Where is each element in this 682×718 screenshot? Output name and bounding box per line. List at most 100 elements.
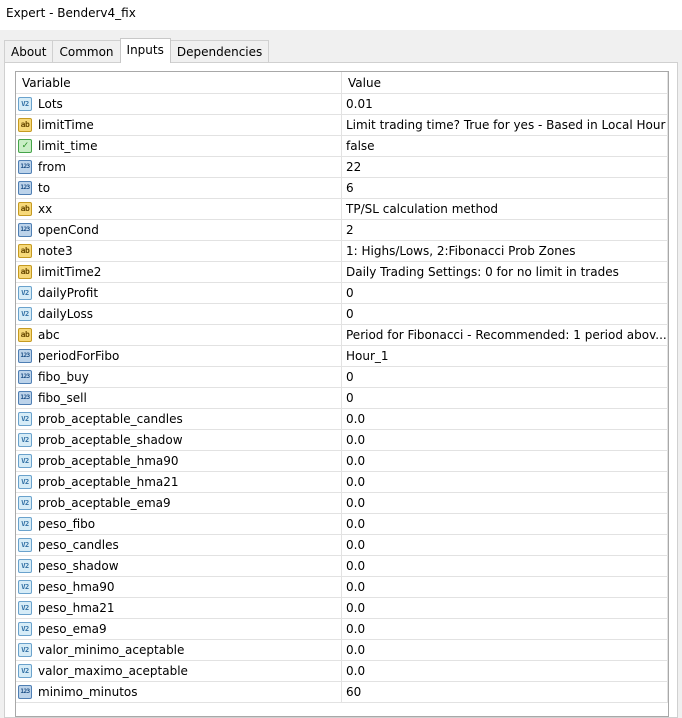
table-row[interactable]: 123 openCond 2 — [16, 220, 668, 241]
variable-cell: 123 openCond — [16, 220, 342, 241]
table-row[interactable]: 123 from 22 — [16, 157, 668, 178]
variable-name: prob_aceptable_hma21 — [38, 475, 179, 489]
variable-cell: V2 peso_ema9 — [16, 619, 342, 640]
table-row[interactable]: V2 prob_aceptable_candles 0.0 — [16, 409, 668, 430]
value-cell[interactable]: 0.0 — [342, 409, 668, 430]
table-row[interactable]: 123 periodForFibo Hour_1 — [16, 346, 668, 367]
variable-name: from — [38, 160, 66, 174]
table-row[interactable]: V2 peso_hma21 0.0 — [16, 598, 668, 619]
table-row[interactable]: ab abc Period for Fibonacci - Recommended:… — [16, 325, 668, 346]
table-row[interactable]: V2 peso_hma90 0.0 — [16, 577, 668, 598]
variable-cell: V2 peso_hma21 — [16, 598, 342, 619]
table-row[interactable]: ab xx TP/SL calculation method — [16, 199, 668, 220]
value-cell[interactable]: 0 — [342, 367, 668, 388]
value-cell[interactable]: 22 — [342, 157, 668, 178]
double-type-icon: V2 — [18, 559, 32, 573]
grid-header: Variable Value — [16, 72, 668, 94]
value-cell[interactable]: 0.0 — [342, 640, 668, 661]
value-cell[interactable]: 6 — [342, 178, 668, 199]
table-row[interactable]: 123 fibo_buy 0 — [16, 367, 668, 388]
variable-name: dailyLoss — [38, 307, 94, 321]
value-cell[interactable]: 0 — [342, 388, 668, 409]
integer-type-icon: 123 — [18, 391, 32, 405]
table-row[interactable]: 123 fibo_sell 0 — [16, 388, 668, 409]
variable-name: valor_minimo_aceptable — [38, 643, 185, 657]
integer-type-icon: 123 — [18, 685, 32, 699]
table-row[interactable]: V2 dailyLoss 0 — [16, 304, 668, 325]
table-row[interactable]: V2 peso_shadow 0.0 — [16, 556, 668, 577]
double-type-icon: V2 — [18, 433, 32, 447]
value-cell[interactable]: 0.0 — [342, 535, 668, 556]
value-cell[interactable]: 0.0 — [342, 556, 668, 577]
table-row[interactable]: V2 prob_aceptable_hma90 0.0 — [16, 451, 668, 472]
double-type-icon: V2 — [18, 454, 32, 468]
tab-inputs[interactable]: Inputs — [119, 38, 171, 63]
table-row[interactable]: V2 prob_aceptable_hma21 0.0 — [16, 472, 668, 493]
variable-name: peso_fibo — [38, 517, 96, 531]
tab-dependencies[interactable]: Dependencies — [169, 40, 270, 63]
variable-cell: ab limitTime2 — [16, 262, 342, 283]
table-row[interactable]: 123 to 6 — [16, 178, 668, 199]
value-cell[interactable]: Daily Trading Settings: 0 for no limit i… — [342, 262, 668, 283]
variable-cell: V2 valor_maximo_aceptable — [16, 661, 342, 682]
value-cell[interactable]: 0.0 — [342, 451, 668, 472]
window-title: Expert - Benderv4_fix — [0, 0, 682, 30]
table-row[interactable]: 123 minimo_minutos 60 — [16, 682, 668, 703]
value-cell[interactable]: 0 — [342, 283, 668, 304]
value-cell[interactable]: false — [342, 136, 668, 157]
tab-about[interactable]: About — [4, 40, 54, 63]
value-cell[interactable]: 1: Highs/Lows, 2:Fibonacci Prob Zones — [342, 241, 668, 262]
double-type-icon: V2 — [18, 622, 32, 636]
value-cell[interactable]: 0.0 — [342, 430, 668, 451]
value-cell[interactable]: 0.0 — [342, 472, 668, 493]
grid-rows: V2 Lots 0.01 ab limitTime Limit trading time?… — [16, 94, 668, 703]
value-cell[interactable]: Period for Fibonacci - Recommended: 1 pe… — [342, 325, 668, 346]
value-cell[interactable]: TP/SL calculation method — [342, 199, 668, 220]
value-cell[interactable]: 0.0 — [342, 514, 668, 535]
value-cell[interactable]: 0.0 — [342, 598, 668, 619]
column-header-value[interactable]: Value — [342, 72, 668, 94]
variable-name: peso_candles — [38, 538, 119, 552]
value-cell[interactable]: Limit trading time? True for yes - Based… — [342, 115, 668, 136]
integer-type-icon: 123 — [18, 370, 32, 384]
variable-cell: V2 prob_aceptable_hma21 — [16, 472, 342, 493]
double-type-icon: V2 — [18, 286, 32, 300]
table-row[interactable]: V2 peso_fibo 0.0 — [16, 514, 668, 535]
variable-name: peso_shadow — [38, 559, 119, 573]
double-type-icon: V2 — [18, 475, 32, 489]
table-row[interactable]: ab limitTime2 Daily Trading Settings: 0 fo… — [16, 262, 668, 283]
table-row[interactable]: V2 Lots 0.01 — [16, 94, 668, 115]
value-cell[interactable]: 0 — [342, 304, 668, 325]
value-cell[interactable]: 2 — [342, 220, 668, 241]
value-cell[interactable]: 0.01 — [342, 94, 668, 115]
table-row[interactable]: ✓ limit_time false — [16, 136, 668, 157]
variable-name: fibo_sell — [38, 391, 87, 405]
table-row[interactable]: V2 peso_ema9 0.0 — [16, 619, 668, 640]
variable-name: peso_hma21 — [38, 601, 115, 615]
variable-cell: V2 peso_fibo — [16, 514, 342, 535]
bool-type-icon: ✓ — [18, 139, 32, 153]
table-row[interactable]: ab limitTime Limit trading time? True for … — [16, 115, 668, 136]
variable-cell: V2 prob_aceptable_ema9 — [16, 493, 342, 514]
table-row[interactable]: ab note3 1: Highs/Lows, 2:Fibonacci Prob Z… — [16, 241, 668, 262]
tab-strip: About Common Inputs Dependencies — [4, 38, 270, 63]
value-cell[interactable]: 0.0 — [342, 577, 668, 598]
table-row[interactable]: V2 valor_minimo_aceptable 0.0 — [16, 640, 668, 661]
column-header-variable[interactable]: Variable — [16, 72, 342, 94]
table-row[interactable]: V2 peso_candles 0.0 — [16, 535, 668, 556]
variable-name: periodForFibo — [38, 349, 120, 363]
double-type-icon: V2 — [18, 580, 32, 594]
table-row[interactable]: V2 dailyProfit 0 — [16, 283, 668, 304]
value-cell[interactable]: 0.0 — [342, 619, 668, 640]
table-row[interactable]: V2 prob_aceptable_shadow 0.0 — [16, 430, 668, 451]
variable-name: limitTime — [38, 118, 94, 132]
tab-common[interactable]: Common — [52, 40, 121, 63]
string-type-icon: ab — [18, 265, 32, 279]
value-cell[interactable]: 0.0 — [342, 493, 668, 514]
value-cell[interactable]: Hour_1 — [342, 346, 668, 367]
table-row[interactable]: V2 valor_maximo_aceptable 0.0 — [16, 661, 668, 682]
table-row[interactable]: V2 prob_aceptable_ema9 0.0 — [16, 493, 668, 514]
value-cell[interactable]: 60 — [342, 682, 668, 703]
value-cell[interactable]: 0.0 — [342, 661, 668, 682]
double-type-icon: V2 — [18, 496, 32, 510]
